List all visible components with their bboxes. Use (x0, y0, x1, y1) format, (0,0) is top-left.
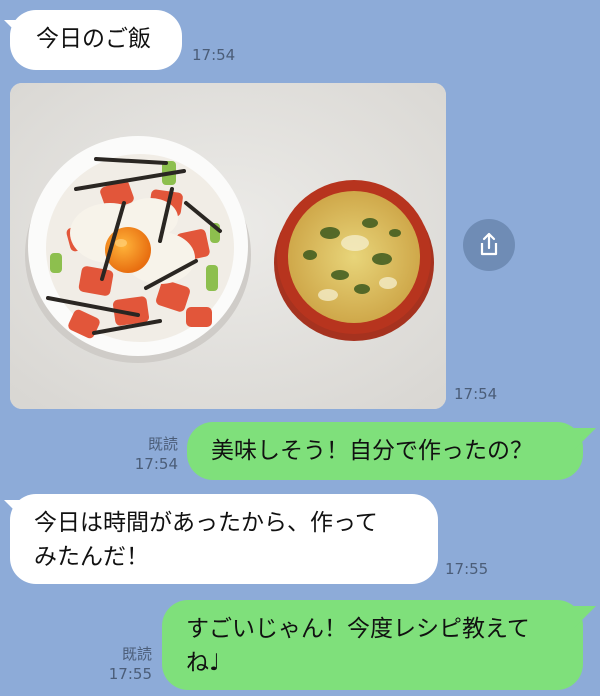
message-bubble-outgoing[interactable]: 美味しそう！自分で作ったの？ (187, 422, 583, 480)
share-icon (480, 232, 498, 256)
message-bubble-outgoing[interactable]: すごいじゃん！今度レシピ教えて ね♩ (162, 600, 583, 690)
message-text-line: すごいじゃん！今度レシピ教えて (186, 616, 530, 642)
message-time: 17:54 (454, 385, 498, 403)
food-photo[interactable] (10, 83, 446, 409)
message-text: 今日のご飯 (36, 26, 151, 52)
read-label: 既読 (147, 435, 178, 453)
message-text-line: ね♩ (186, 650, 220, 676)
message-bubble-incoming[interactable]: 今日のご飯 (10, 10, 182, 70)
message-text-line: みたんだ！ (34, 544, 149, 570)
share-button[interactable] (463, 219, 515, 271)
message-time: 17:54 (134, 455, 178, 473)
bubble-tail (574, 606, 596, 628)
read-status: 既読 17:54 (126, 434, 178, 474)
message-text-line: 今日は時間があったから、作って (34, 510, 378, 536)
message-time: 17:55 (108, 665, 152, 683)
message-text: 美味しそう！自分で作ったの？ (211, 438, 533, 464)
message-bubble-incoming[interactable]: 今日は時間があったから、作って みたんだ！ (10, 494, 438, 584)
message-time: 17:55 (445, 560, 489, 578)
read-label: 既読 (121, 645, 152, 663)
message-time: 17:54 (192, 46, 236, 64)
food-photo-image (10, 83, 446, 409)
read-status: 既読 17:55 (100, 644, 152, 684)
bubble-tail (574, 428, 596, 450)
